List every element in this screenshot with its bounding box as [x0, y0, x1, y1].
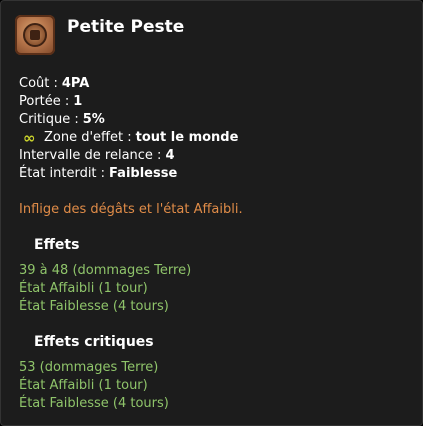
- stat-cooldown-label: Intervalle de relance :: [19, 148, 162, 163]
- effects-list: 39 à 48 (dommages Terre) État Affaibli (…: [19, 262, 191, 316]
- effect-item: État Affaibli (1 tour): [19, 281, 148, 296]
- stat-critical: Critique :5%: [19, 111, 238, 129]
- critical-effect-item: État Affaibli (1 tour): [19, 378, 148, 393]
- stat-zone-label: Zone d'effet :: [44, 130, 132, 145]
- stat-cost-value: 4PA: [61, 76, 90, 91]
- stat-critical-value: 5%: [82, 112, 105, 127]
- critical-effect-item: État Faiblesse (4 tours): [19, 396, 169, 411]
- spell-tooltip: Petite Peste Coût :4PA Portée :1 Critiqu…: [0, 0, 423, 426]
- infinity-icon: ∞: [23, 129, 36, 147]
- effects-header: Effets: [34, 237, 80, 253]
- stat-forbidden-state: État interdit : Faiblesse: [19, 165, 238, 183]
- critical-effect-item: 53 (dommages Terre): [19, 360, 159, 375]
- stat-range-value: 1: [73, 94, 83, 109]
- stat-forbidden-state-value: Faiblesse: [109, 166, 178, 181]
- stat-range: Portée :1: [19, 93, 238, 111]
- spell-description: Inflige des dégâts et l'état Affaibli.: [19, 202, 243, 217]
- stat-critical-label: Critique :: [19, 112, 79, 127]
- effect-item: 39 à 48 (dommages Terre): [19, 263, 192, 278]
- stat-cost: Coût :4PA: [19, 75, 238, 93]
- spell-emblem-icon: [15, 15, 55, 55]
- critical-effects-list: 53 (dommages Terre) État Affaibli (1 tou…: [19, 359, 169, 413]
- critical-effects-header: Effets critiques: [34, 334, 154, 350]
- stat-cooldown-value: 4: [165, 148, 175, 163]
- stat-zone: ∞ Zone d'effet : tout le monde: [19, 129, 238, 147]
- stat-cost-label: Coût :: [19, 76, 58, 91]
- stat-range-label: Portée :: [19, 94, 70, 109]
- effect-item: État Faiblesse (4 tours): [19, 299, 169, 314]
- stat-forbidden-state-label: État interdit :: [19, 166, 106, 181]
- stat-cooldown: Intervalle de relance :4: [19, 147, 238, 165]
- spell-stats: Coût :4PA Portée :1 Critique :5% ∞ Zone d…: [19, 75, 238, 183]
- spell-title: Petite Peste: [67, 17, 185, 37]
- stat-zone-value: tout le monde: [135, 130, 239, 145]
